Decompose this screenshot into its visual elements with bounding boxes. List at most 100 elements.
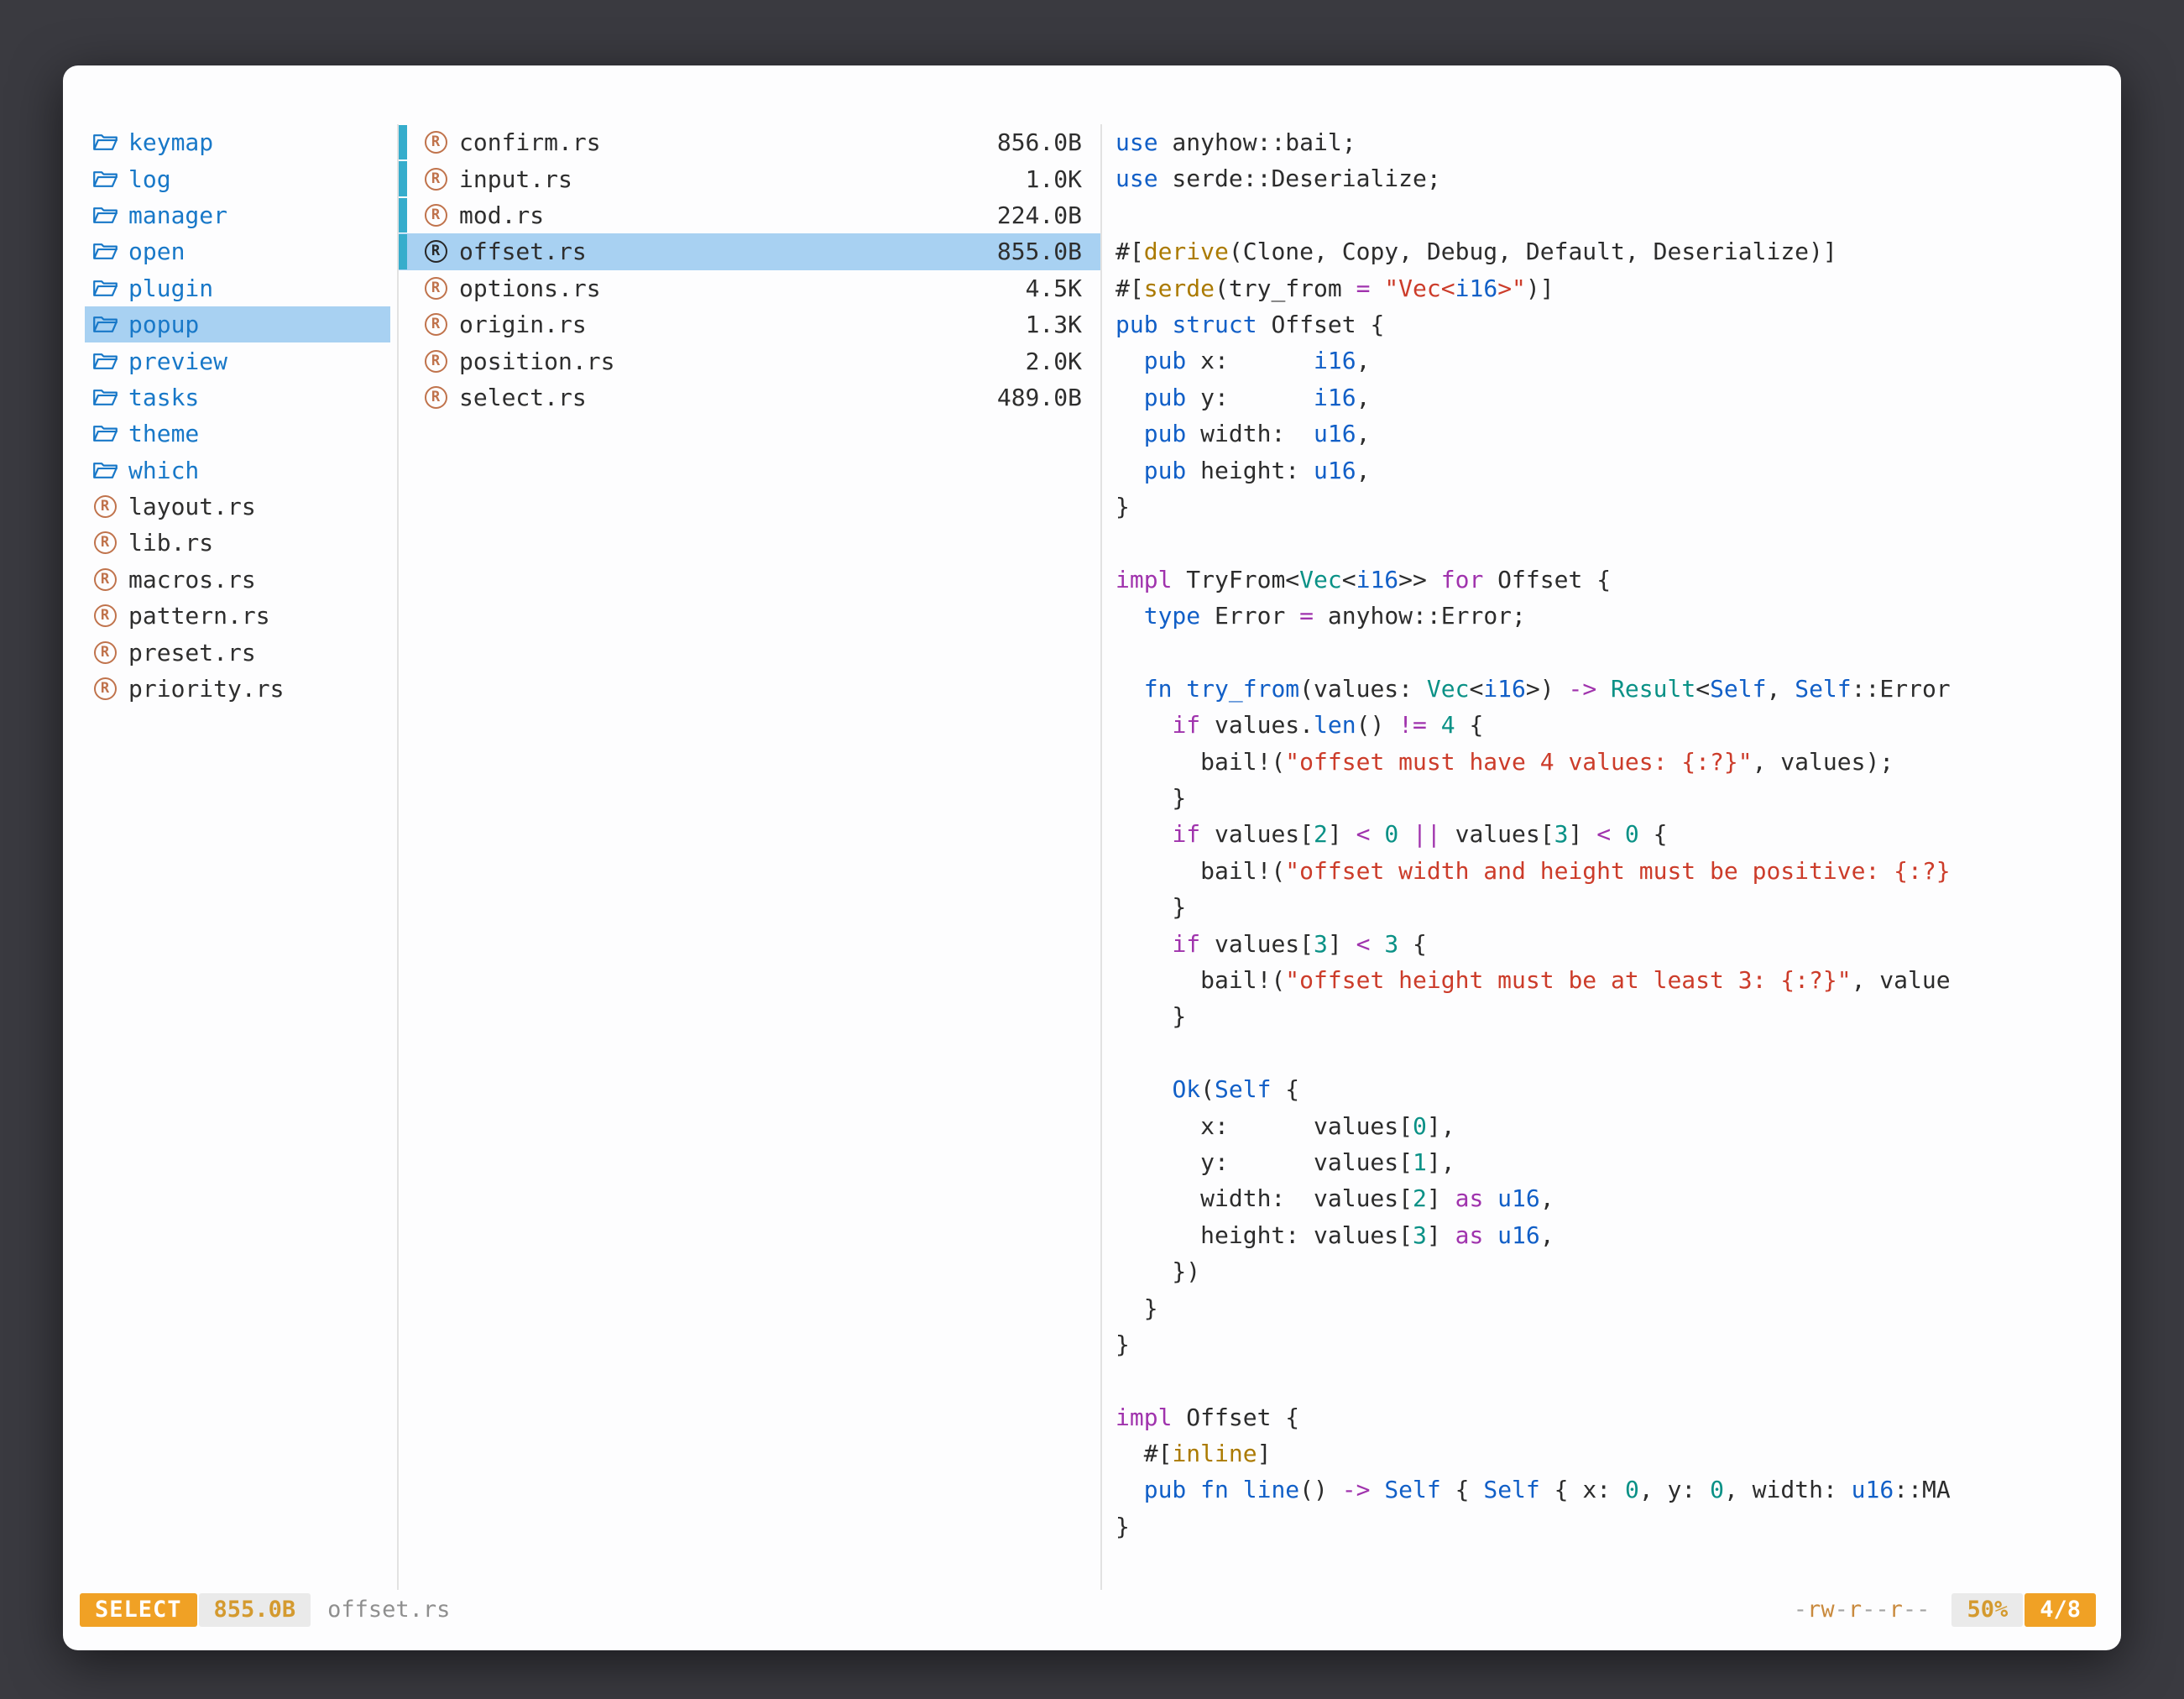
- file-row-input-rs[interactable]: Rinput.rs1.0K: [399, 160, 1100, 196]
- file-size-badge: 855.0B: [199, 1593, 311, 1627]
- code-line: [1116, 634, 2118, 670]
- file-name: select.rs: [459, 384, 989, 411]
- code-line: width: values[2] as u16,: [1116, 1180, 2118, 1216]
- folder-open-icon: [90, 459, 120, 482]
- parent-item-keymap[interactable]: keymap: [85, 124, 390, 160]
- code-line: pub struct Offset {: [1116, 306, 2118, 342]
- item-label: priority.rs: [128, 675, 284, 703]
- file-size: 2.0K: [1026, 348, 1082, 375]
- item-label: which: [128, 457, 199, 484]
- code-line: if values[3] < 3 {: [1116, 926, 2118, 962]
- rust-file-icon: R: [90, 495, 120, 518]
- code-line: pub height: u16,: [1116, 452, 2118, 489]
- file-name: input.rs: [459, 165, 1017, 193]
- file-row-origin-rs[interactable]: Rorigin.rs1.3K: [399, 306, 1100, 342]
- code-line: }: [1116, 1290, 2118, 1326]
- visual-select-mark: [399, 125, 407, 159]
- code-line: x: values[0],: [1116, 1108, 2118, 1144]
- code-line: impl Offset {: [1116, 1399, 2118, 1435]
- code-line: type Error = anyhow::Error;: [1116, 598, 2118, 634]
- parent-item-plugin[interactable]: plugin: [85, 270, 390, 306]
- item-label: tasks: [128, 384, 199, 411]
- parent-item-popup[interactable]: popup: [85, 306, 390, 342]
- code-line: [1116, 1362, 2118, 1398]
- desktop-background: keymap log manager open plugin popup preview ta…: [0, 0, 2184, 1699]
- code-line: height: values[3] as u16,: [1116, 1217, 2118, 1253]
- file-size: 1.3K: [1026, 311, 1082, 338]
- parent-item-open[interactable]: open: [85, 233, 390, 269]
- file-row-confirm-rs[interactable]: Rconfirm.rs856.0B: [399, 124, 1100, 160]
- file-size: 856.0B: [997, 128, 1082, 156]
- code-line: pub y: i16,: [1116, 379, 2118, 416]
- folder-open-icon: [90, 204, 120, 227]
- file-row-select-rs[interactable]: Rselect.rs489.0B: [399, 379, 1100, 416]
- item-label: manager: [128, 201, 227, 229]
- item-label: keymap: [128, 128, 213, 156]
- parent-item-lib-rs[interactable]: Rlib.rs: [85, 525, 390, 561]
- code-line: }: [1116, 889, 2118, 925]
- parent-item-macros-rs[interactable]: Rmacros.rs: [85, 562, 390, 598]
- parent-item-tasks[interactable]: tasks: [85, 379, 390, 416]
- code-line: #[serde(try_from = "Vec<i16>")]: [1116, 270, 2118, 306]
- file-size: 489.0B: [997, 384, 1082, 411]
- parent-item-preview[interactable]: preview: [85, 342, 390, 379]
- code-line: #[inline]: [1116, 1435, 2118, 1472]
- code-line: impl TryFrom<Vec<i16>> for Offset {: [1116, 562, 2118, 598]
- item-label: plugin: [128, 274, 213, 302]
- file-row-position-rs[interactable]: Rposition.rs2.0K: [399, 342, 1100, 379]
- item-label: theme: [128, 420, 199, 447]
- rust-file-icon: R: [90, 677, 120, 700]
- item-label: pattern.rs: [128, 602, 270, 630]
- status-bar-right: -rw-r--r-- 50% 4/8: [1794, 1593, 2096, 1627]
- parent-item-layout-rs[interactable]: Rlayout.rs: [85, 489, 390, 525]
- code-line: y: values[1],: [1116, 1144, 2118, 1180]
- parent-item-preset-rs[interactable]: Rpreset.rs: [85, 634, 390, 670]
- code-line: }: [1116, 998, 2118, 1034]
- item-label: open: [128, 238, 185, 265]
- code-line: }): [1116, 1253, 2118, 1289]
- rust-file-icon: R: [421, 168, 451, 191]
- panes-container: keymap log manager open plugin popup preview ta…: [63, 65, 2121, 1590]
- code-line: pub fn line() -> Self { Self { x: 0, y: …: [1116, 1472, 2118, 1508]
- file-name: offset.rs: [459, 238, 989, 265]
- code-line: pub x: i16,: [1116, 342, 2118, 379]
- code-line: use serde::Deserialize;: [1116, 160, 2118, 196]
- folder-open-icon: [90, 277, 120, 300]
- visual-select-mark: [399, 161, 407, 196]
- parent-item-priority-rs[interactable]: Rpriority.rs: [85, 671, 390, 707]
- code-line: }: [1116, 1508, 2118, 1545]
- current-directory-pane: Rconfirm.rs856.0BRinput.rs1.0KRmod.rs224…: [397, 124, 1102, 1590]
- rust-file-icon: R: [421, 350, 451, 373]
- status-filename: offset.rs: [327, 1597, 450, 1623]
- parent-item-log[interactable]: log: [85, 160, 390, 196]
- folder-open-icon: [90, 313, 120, 336]
- parent-item-theme[interactable]: theme: [85, 416, 390, 452]
- code-line: [1116, 197, 2118, 233]
- code-line: }: [1116, 1326, 2118, 1362]
- parent-item-which[interactable]: which: [85, 452, 390, 489]
- cursor-position-badge: 4/8: [2025, 1593, 2096, 1627]
- rust-file-icon: R: [421, 313, 451, 336]
- file-permissions: -rw-r--r--: [1794, 1597, 1931, 1623]
- folder-open-icon: [90, 240, 120, 263]
- file-preview-pane: use anyhow::bail;use serde::Deserialize;…: [1102, 124, 2121, 1590]
- rust-file-icon: R: [90, 604, 120, 627]
- file-row-offset-rs[interactable]: Roffset.rs855.0B: [399, 233, 1100, 269]
- rust-file-icon: R: [90, 531, 120, 554]
- code-line: }: [1116, 489, 2118, 525]
- item-label: macros.rs: [128, 566, 256, 593]
- rust-file-icon: R: [90, 568, 120, 591]
- code-line: bail!("offset must have 4 values: {:?}",…: [1116, 744, 2118, 780]
- yazi-file-manager-window: keymap log manager open plugin popup preview ta…: [63, 65, 2121, 1650]
- file-row-mod-rs[interactable]: Rmod.rs224.0B: [399, 197, 1100, 233]
- file-name: options.rs: [459, 274, 1017, 302]
- code-line: bail!("offset width and height must be p…: [1116, 853, 2118, 889]
- file-row-options-rs[interactable]: Roptions.rs4.5K: [399, 270, 1100, 306]
- rust-file-icon: R: [421, 131, 451, 154]
- code-line: use anyhow::bail;: [1116, 124, 2118, 160]
- item-label: popup: [128, 311, 199, 338]
- code-line: #[derive(Clone, Copy, Debug, Default, De…: [1116, 233, 2118, 269]
- rust-file-icon: R: [421, 240, 451, 263]
- parent-item-manager[interactable]: manager: [85, 197, 390, 233]
- parent-item-pattern-rs[interactable]: Rpattern.rs: [85, 598, 390, 634]
